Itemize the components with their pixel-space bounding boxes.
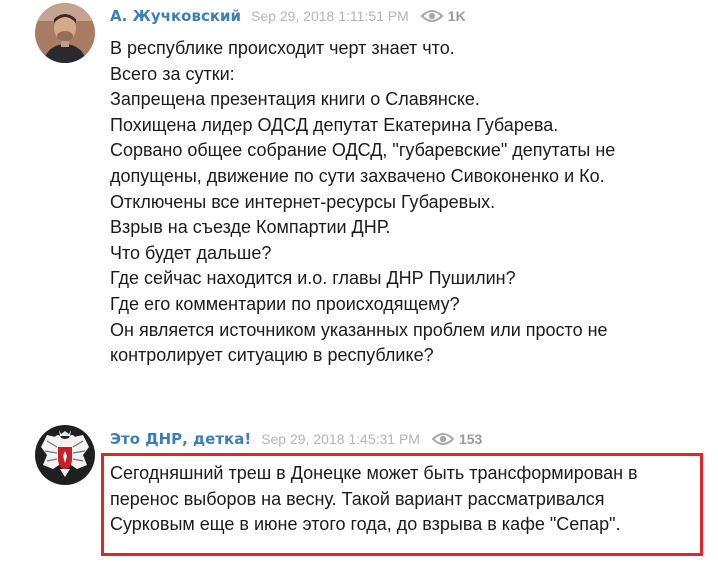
- message-line: Сорвано общее собрание ОДСД, "губаревски…: [110, 140, 616, 161]
- person-photo-icon: [35, 3, 95, 63]
- message-line: Отключены все интернет-ресурсы Губаревых…: [110, 191, 496, 212]
- message-line: Запрещена презентация книги о Славянске.: [110, 89, 480, 110]
- avatar[interactable]: [35, 425, 95, 485]
- author-name[interactable]: А. Жучковский: [110, 7, 241, 25]
- message-line: Всего за сутки:: [110, 63, 235, 84]
- message-text: Сегодняшний треш в Донецке может быть тр…: [110, 461, 638, 538]
- eye-icon: [420, 10, 443, 22]
- avatar[interactable]: [35, 3, 95, 63]
- views-count: 1K: [447, 8, 466, 24]
- author-name[interactable]: Это ДНР, детка!: [110, 430, 251, 448]
- message-line: Где сейчас находится и.о. главы ДНР Пуши…: [110, 268, 516, 289]
- message-line: Сегодняшний треш в Донецке может быть тр…: [110, 463, 638, 483]
- message-line: Похищена лидер ОДСД депутат Екатерина Гу…: [110, 114, 559, 135]
- view-counter: 153: [431, 431, 483, 447]
- message-line: Он является источником указанных проблем…: [110, 319, 608, 340]
- coat-of-arms-eagle-icon: [35, 425, 95, 485]
- message-line: перенос выборов на весну. Такой вариант …: [110, 488, 605, 509]
- views-count: 153: [458, 431, 483, 447]
- message-text: В республике происходит черт знает что. …: [110, 36, 615, 369]
- message-line: В республике происходит черт знает что.: [110, 38, 455, 58]
- view-counter: 1K: [420, 8, 466, 24]
- eye-icon: [431, 433, 454, 445]
- message-line: Где его комментарии по происходящему?: [110, 293, 460, 314]
- post-date[interactable]: Sep 29, 2018 1:45:31 PM: [261, 431, 420, 447]
- post-date[interactable]: Sep 29, 2018 1:11:51 PM: [251, 8, 409, 24]
- post-header: А. Жучковский Sep 29, 2018 1:11:51 PM 1K: [110, 5, 466, 27]
- message-line: Взрыв на съезде Компартии ДНР.: [110, 217, 391, 238]
- message-line: допущены, движение по сути захвачено Сив…: [110, 165, 605, 186]
- post-header: Это ДНР, детка! Sep 29, 2018 1:45:31 PM …: [110, 428, 482, 450]
- message-line: Сурковым еще в июне этого года, до взрыв…: [110, 514, 621, 535]
- message-line: Что будет дальше?: [110, 242, 272, 263]
- message-line: контролирует ситуацию в республике?: [110, 345, 434, 366]
